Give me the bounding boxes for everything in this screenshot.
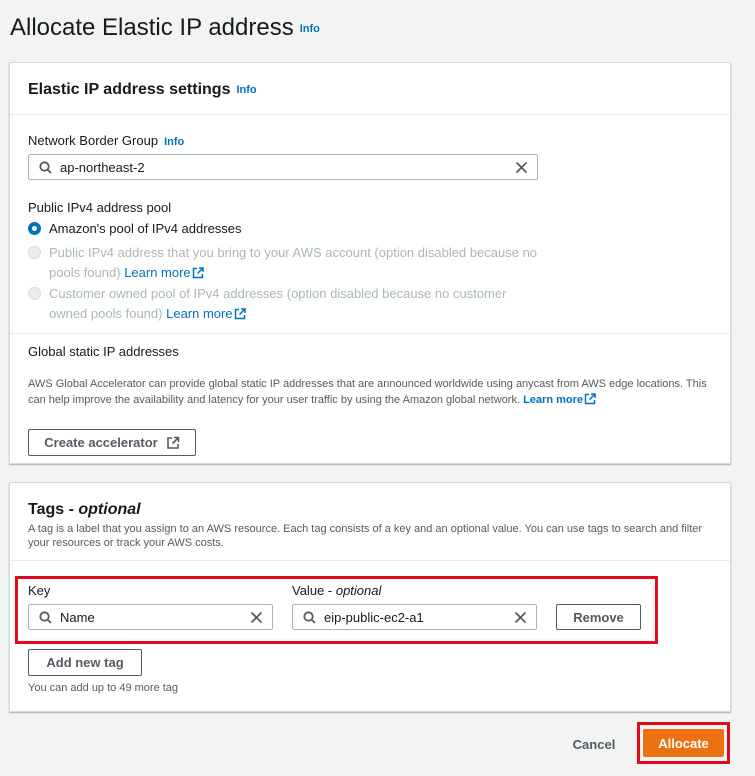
add-new-tag-label: Add new tag [46, 655, 124, 670]
cancel-button[interactable]: Cancel [564, 730, 624, 758]
border-group-label: Network Border Group Info [28, 133, 184, 148]
pool-option-customer-owned: Customer owned pool of IPv4 addresses (o… [28, 284, 628, 324]
pool-option-customer-text: Customer owned pool of IPv4 addresses (o… [49, 284, 506, 326]
tags-divider [10, 560, 730, 561]
border-group-value: ap-northeast-2 [60, 160, 145, 175]
page-title-text: Allocate Elastic IP address [10, 14, 294, 41]
border-group-input[interactable]: ap-northeast-2 [28, 154, 538, 180]
tags-limit-text: You can add up to 49 more tag [28, 682, 179, 694]
tags-desc-line2: your resources or track your AWS costs. [28, 537, 224, 549]
settings-panel-header: Elastic IP address settings Info [10, 63, 730, 115]
byoip-learn-more-text: Learn more [124, 265, 191, 280]
settings-divider [10, 333, 730, 334]
pool-option-customer-line2: owned pools found) [49, 306, 163, 321]
global-learn-more-link[interactable]: Learn more [523, 393, 596, 406]
global-description: AWS Global Accelerator can provide globa… [28, 376, 728, 410]
byoip-learn-more-link[interactable]: Learn more [124, 265, 204, 280]
global-desc-line1: AWS Global Accelerator can provide globa… [28, 378, 707, 390]
allocate-label: Allocate [658, 735, 709, 751]
page-title: Allocate Elastic IP address Info [10, 14, 320, 42]
allocate-button[interactable]: Allocate [643, 729, 724, 757]
global-learn-more-text: Learn more [523, 394, 583, 406]
pool-option-customer-line1: Customer owned pool of IPv4 addresses (o… [49, 286, 507, 301]
pool-option-byoip-line1: Public IPv4 address that you bring to yo… [49, 245, 538, 260]
border-group-label-text: Network Border Group [28, 133, 159, 148]
pool-option-byoip-text: Public IPv4 address that you bring to yo… [49, 243, 537, 285]
border-group-info-link[interactable]: Info [164, 136, 184, 148]
cancel-label: Cancel [572, 736, 616, 752]
tags-description: A tag is a label that you assign to an A… [28, 522, 728, 550]
settings-info-link[interactable]: Info [236, 84, 256, 96]
tags-title-optional: optional [78, 501, 141, 518]
create-accelerator-label: Create accelerator [44, 435, 158, 450]
search-icon [39, 161, 52, 179]
tags-desc-line1: A tag is a label that you assign to an A… [28, 523, 703, 535]
clear-icon[interactable] [515, 161, 528, 179]
tags-title-text: Tags - [28, 501, 79, 518]
pool-option-byoip-line2: pools found) [49, 265, 121, 280]
create-accelerator-button[interactable]: Create accelerator [28, 429, 196, 456]
tags-title: Tags - optional [28, 501, 141, 519]
radio-disabled-icon [28, 287, 41, 300]
global-desc-line2: can help improve the availability and la… [28, 394, 521, 406]
external-link-icon [166, 436, 180, 450]
settings-title: Elastic IP address settings Info [28, 81, 257, 99]
page-info-link[interactable]: Info [300, 23, 320, 35]
radio-selected-icon[interactable] [28, 222, 41, 235]
settings-panel: Elastic IP address settings Info Network … [9, 62, 731, 464]
pool-option-amazon[interactable]: Amazon's pool of IPv4 addresses [28, 219, 628, 239]
external-link-icon [584, 393, 596, 410]
external-link-icon [192, 265, 204, 285]
pool-option-byoip: Public IPv4 address that you bring to yo… [28, 243, 628, 283]
pool-option-amazon-label: Amazon's pool of IPv4 addresses [49, 221, 242, 236]
customer-learn-more-link[interactable]: Learn more [166, 306, 246, 321]
settings-title-text: Elastic IP address settings [28, 81, 231, 98]
global-label: Global static IP addresses [28, 344, 179, 359]
external-link-icon [234, 306, 246, 326]
add-new-tag-button[interactable]: Add new tag [28, 649, 142, 676]
customer-learn-more-text: Learn more [166, 306, 233, 321]
tag-row-highlight [15, 576, 658, 644]
radio-disabled-icon [28, 246, 41, 259]
pool-label: Public IPv4 address pool [28, 200, 172, 215]
